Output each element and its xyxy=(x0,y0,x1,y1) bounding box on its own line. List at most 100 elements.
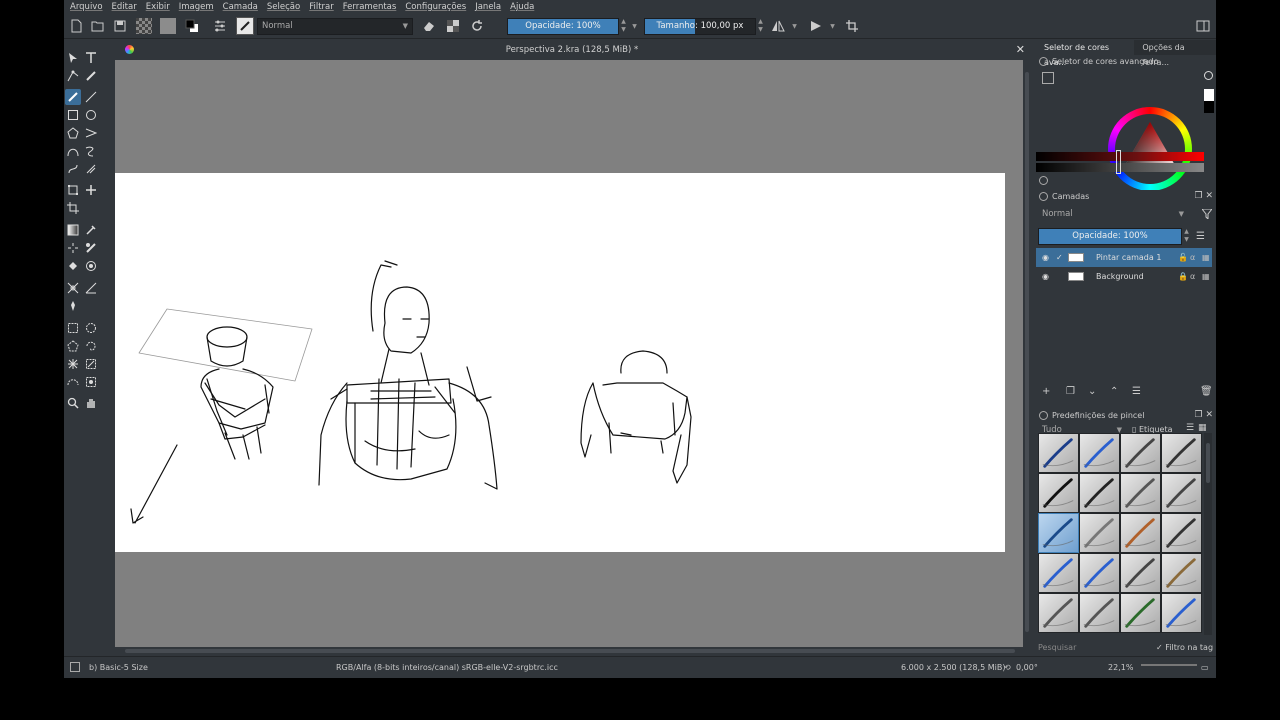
ellipse-tool-icon[interactable] xyxy=(83,107,99,123)
layer-properties-icon[interactable]: ☰ xyxy=(1132,386,1141,397)
fit-view-icon[interactable]: ▭ xyxy=(1201,657,1209,678)
text-tool-icon[interactable] xyxy=(83,50,99,66)
layer-opacity-spinner[interactable]: ▲ ▼ xyxy=(1182,228,1191,245)
lock-icon[interactable]: 🔒 xyxy=(1178,267,1188,286)
lock-icon[interactable]: 🔓 xyxy=(1178,248,1188,267)
vertical-scrollbar-thumb[interactable] xyxy=(1025,72,1029,632)
fg-bg-color-icon[interactable] xyxy=(184,18,200,34)
brush-preset-tile[interactable] xyxy=(1161,473,1202,513)
wrap-around-icon[interactable] xyxy=(844,18,860,34)
docker-float-close-icons[interactable]: ❐ ✕ xyxy=(1195,409,1213,422)
reference-images-icon[interactable] xyxy=(65,298,81,314)
ellipse-select-icon[interactable] xyxy=(83,320,99,336)
blend-mode-select[interactable]: Normal ▼ xyxy=(257,18,413,35)
filter-in-tag-checkbox[interactable]: ✓ Filtro na tag xyxy=(1156,641,1213,654)
move-tool-icon[interactable] xyxy=(83,182,99,198)
save-icon[interactable] xyxy=(112,18,128,34)
canvas-viewport[interactable] xyxy=(115,60,1023,647)
menu-item-9[interactable]: Janela xyxy=(475,2,501,12)
alpha-lock-icon[interactable] xyxy=(445,18,461,34)
brush-preset-tile[interactable] xyxy=(1038,593,1079,633)
brush-scrollbar-thumb[interactable] xyxy=(1206,443,1210,483)
color-wheel[interactable] xyxy=(1108,107,1192,191)
polygon-select-icon[interactable] xyxy=(65,338,81,354)
layer-row[interactable]: ◉ ✓ Pintar camada 1 🔓 α ▦ xyxy=(1036,248,1212,267)
delete-layer-icon[interactable]: 🗑 xyxy=(1200,386,1213,397)
brush-preset-tile[interactable] xyxy=(1079,513,1120,553)
freehand-brush-icon[interactable] xyxy=(65,89,81,105)
opacity-spinner[interactable]: ▲ ▼ xyxy=(619,18,628,35)
add-layer-icon[interactable]: + xyxy=(1042,386,1050,397)
color-picker-icon[interactable] xyxy=(83,222,99,238)
shade-cursor[interactable] xyxy=(1116,150,1121,174)
brush-preset-tile[interactable] xyxy=(1120,553,1161,593)
color-settings-icon[interactable] xyxy=(1042,72,1054,84)
colorize-mask-icon[interactable] xyxy=(83,240,99,256)
brush-preset-tile[interactable] xyxy=(1038,473,1079,513)
eraser-icon[interactable] xyxy=(421,18,437,34)
brush-preset-tile[interactable] xyxy=(1079,593,1120,633)
brush-preset-tile[interactable] xyxy=(1120,513,1161,553)
tab-tool-options[interactable]: Opções da ferra... xyxy=(1134,40,1216,67)
magnetic-select-icon[interactable] xyxy=(83,374,99,390)
brush-preset-tile[interactable] xyxy=(1161,433,1202,473)
move-down-icon[interactable]: ⌄ xyxy=(1088,386,1096,397)
reset-icon[interactable] xyxy=(1039,176,1048,185)
visibility-eye-icon[interactable]: ◉ xyxy=(1042,248,1049,267)
measure-tool-icon[interactable] xyxy=(83,280,99,296)
zoom-icon[interactable] xyxy=(65,395,81,411)
calligraphy-icon[interactable] xyxy=(83,68,99,84)
chevron-down-icon[interactable]: ▼ xyxy=(790,18,799,35)
brush-preset-tile[interactable] xyxy=(1038,553,1079,593)
horizontal-scrollbar-thumb[interactable] xyxy=(125,649,1015,653)
pattern-swatch-icon[interactable] xyxy=(160,18,176,34)
duplicate-layer-icon[interactable]: ❐ xyxy=(1066,386,1075,397)
gradient-tool-icon[interactable] xyxy=(65,222,81,238)
menu-item-4[interactable]: Camada xyxy=(223,2,258,12)
brush-preset-tile[interactable] xyxy=(1161,553,1202,593)
foreground-color-swatch[interactable] xyxy=(1204,89,1214,101)
gradient-pattern-icon[interactable] xyxy=(136,18,152,34)
inherit-alpha-icon[interactable]: ▦ xyxy=(1202,267,1210,286)
vertical-scrollbar[interactable] xyxy=(1023,60,1031,647)
brush-preset-tile[interactable] xyxy=(1038,433,1079,473)
brush-settings-icon[interactable] xyxy=(212,18,228,34)
brush-preset-tile[interactable] xyxy=(1161,513,1202,553)
menu-item-5[interactable]: Seleção xyxy=(267,2,300,12)
mirror-horizontal-icon[interactable] xyxy=(770,18,786,34)
docker-float-close-icons[interactable]: ❐ ✕ xyxy=(1195,190,1213,203)
background-color-swatch[interactable] xyxy=(1204,101,1214,113)
docker-lock-icon[interactable] xyxy=(1039,411,1048,420)
menu-item-10[interactable]: Ajuda xyxy=(510,2,534,12)
contiguous-select-icon[interactable] xyxy=(65,356,81,372)
move-up-icon[interactable]: ⌃ xyxy=(1110,386,1118,397)
select-shape-icon[interactable] xyxy=(65,50,81,66)
size-slider[interactable]: Tamanho: 100,00 px xyxy=(644,18,756,35)
docker-lock-icon[interactable] xyxy=(1039,57,1048,66)
visibility-eye-icon[interactable]: ◉ xyxy=(1042,267,1049,286)
chevron-down-icon[interactable]: ▼ xyxy=(828,18,837,35)
reload-preset-icon[interactable] xyxy=(469,18,485,34)
horizontal-scrollbar[interactable] xyxy=(115,647,1031,655)
menu-lines-icon[interactable]: ☰ xyxy=(1186,423,1194,433)
brush-preset-tile[interactable] xyxy=(1038,513,1079,553)
brush-preset-tile[interactable] xyxy=(1120,593,1161,633)
open-folder-icon[interactable] xyxy=(90,18,106,34)
brush-preset-tile[interactable] xyxy=(1161,593,1202,633)
freehand-path-icon[interactable] xyxy=(83,143,99,159)
menu-lines-icon[interactable]: ☰ xyxy=(1196,231,1205,242)
bezier-select-icon[interactable] xyxy=(65,374,81,390)
new-document-icon[interactable] xyxy=(68,18,84,34)
menu-item-6[interactable]: Filtrar xyxy=(309,2,334,12)
opacity-slider[interactable]: Opacidade: 100% xyxy=(507,18,619,35)
brush-preset-icon[interactable] xyxy=(236,17,254,35)
zoom-slider[interactable] xyxy=(1141,664,1197,666)
bezier-tool-icon[interactable] xyxy=(65,143,81,159)
brush-preset-tile[interactable] xyxy=(1079,433,1120,473)
polygon-tool-icon[interactable] xyxy=(65,125,81,141)
similar-select-icon[interactable] xyxy=(83,356,99,372)
inherit-alpha-icon[interactable]: ▦ xyxy=(1202,248,1210,267)
transform-tool-icon[interactable] xyxy=(65,182,81,198)
layer-opacity-slider[interactable]: Opacidade: 100% xyxy=(1038,228,1182,245)
mirror-vertical-icon[interactable] xyxy=(808,18,824,34)
